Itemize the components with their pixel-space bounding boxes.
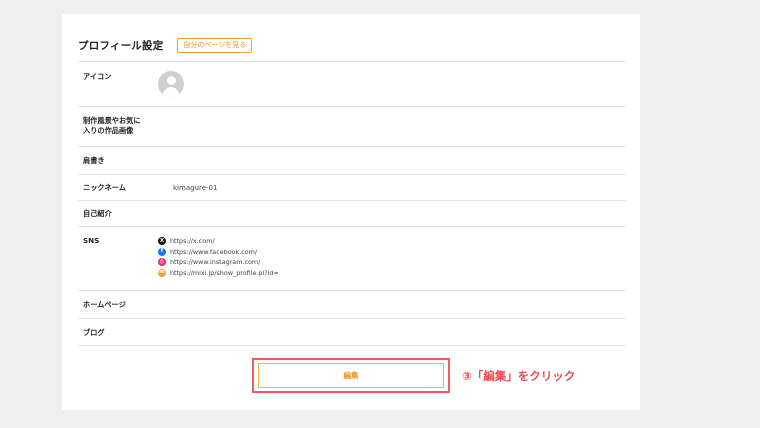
icon-label: アイコン <box>83 72 112 81</box>
sns-item-mixi[interactable]: m https://mixi.jp/show_profile.pl?id= <box>158 268 279 279</box>
sns-item-x[interactable]: X https://x.com/ <box>158 236 279 247</box>
avatar-icon[interactable] <box>158 71 184 97</box>
nickname-row: ニックネーム kimagure-01 <box>78 174 626 200</box>
sns-url: https://mixi.jp/show_profile.pl?id= <box>170 268 279 277</box>
bio-label: 自己紹介 <box>83 209 112 218</box>
edit-button[interactable]: 編集 <box>258 363 444 388</box>
sns-row: SNS X https://x.com/ f https://www.faceb… <box>78 226 626 290</box>
profile-header: プロフィール設定 自分のページを見る <box>78 36 253 54</box>
facebook-icon: f <box>158 247 166 256</box>
works-image-label-line2: 入りの作品画像 <box>83 126 134 135</box>
profile-settings-card: プロフィール設定 自分のページを見る アイコン 制作風景やお気に 入りの作品画像… <box>62 14 640 410</box>
icon-row: アイコン <box>78 61 626 106</box>
instagram-icon: ◎ <box>158 258 166 267</box>
view-my-page-button[interactable]: 自分のページを見る <box>177 37 253 53</box>
sns-url: https://www.instagram.com/ <box>170 258 261 267</box>
mixi-icon: m <box>158 268 166 277</box>
sns-url: https://www.facebook.com/ <box>170 247 258 256</box>
nickname-label: ニックネーム <box>83 183 126 192</box>
page-title: プロフィール設定 <box>78 39 164 52</box>
homepage-row: ホームページ <box>78 290 626 318</box>
instruction-annotation: ③「編集」をクリック <box>462 369 576 383</box>
profile-fields: アイコン 制作風景やお気に 入りの作品画像 肩書き ニックネーム kimagur… <box>78 61 626 346</box>
blog-label: ブログ <box>83 328 105 337</box>
sns-item-instagram[interactable]: ◎ https://www.instagram.com/ <box>158 257 279 268</box>
sns-item-facebook[interactable]: f https://www.facebook.com/ <box>158 247 279 258</box>
works-image-row: 制作風景やお気に 入りの作品画像 <box>78 106 626 146</box>
sns-url: https://x.com/ <box>170 237 215 246</box>
works-image-label: 制作風景やお気に 入りの作品画像 <box>83 116 153 136</box>
sns-label: SNS <box>83 236 100 245</box>
works-image-label-line1: 制作風景やお気に <box>83 116 141 125</box>
bio-row: 自己紹介 <box>78 200 626 226</box>
edit-button-highlight: 編集 <box>252 358 450 393</box>
title-label: 肩書き <box>83 156 105 165</box>
sns-list: X https://x.com/ f https://www.facebook.… <box>158 236 279 278</box>
title-row: 肩書き <box>78 146 626 174</box>
homepage-label: ホームページ <box>83 300 126 309</box>
blog-row: ブログ <box>78 318 626 346</box>
x-icon: X <box>158 237 166 246</box>
nickname-value: kimagure-01 <box>173 184 218 192</box>
